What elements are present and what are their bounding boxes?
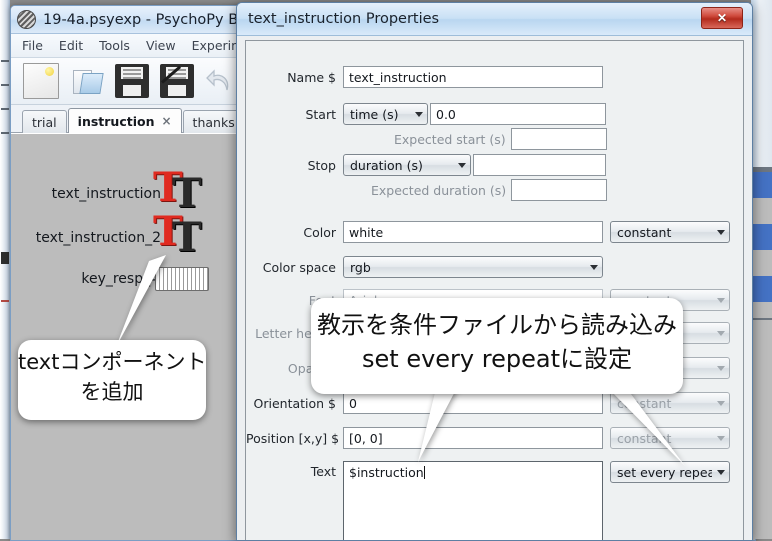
expected-duration-label: Expected duration (s) bbox=[371, 182, 507, 198]
color-space-value: rgb bbox=[350, 259, 371, 275]
field-row-expected-duration: Expected duration (s) bbox=[246, 179, 743, 201]
callout-add-text-component: textコンポーネント を追加 bbox=[18, 340, 206, 420]
background-window-edge bbox=[0, 0, 10, 539]
component-label: text_instruction bbox=[51, 186, 161, 202]
builder-canvas-right-edge bbox=[751, 0, 772, 539]
save-icon[interactable] bbox=[115, 64, 149, 98]
chevron-down-icon bbox=[717, 330, 725, 336]
field-row-color: Color white constant bbox=[246, 221, 743, 243]
text-input-value: $instruction bbox=[349, 465, 424, 480]
chevron-down-icon bbox=[717, 297, 725, 303]
chevron-down-icon bbox=[590, 264, 598, 270]
callout-line-1: textコンポーネント bbox=[18, 350, 207, 374]
field-row-expected-start: Expected start (s) bbox=[246, 128, 743, 150]
close-icon[interactable]: ✕ bbox=[701, 7, 743, 29]
text-label: Text bbox=[310, 464, 336, 479]
text-input[interactable]: $instruction bbox=[343, 461, 603, 540]
menu-item-tools[interactable]: Tools bbox=[99, 38, 130, 53]
start-type-select[interactable]: time (s) bbox=[343, 103, 428, 125]
expected-duration-input[interactable] bbox=[511, 179, 607, 201]
psychopy-logo-icon bbox=[17, 10, 36, 29]
orientation-label: Orientation $ bbox=[253, 395, 337, 411]
field-row-stop: Stop duration (s) bbox=[246, 154, 743, 176]
color-space-label: Color space bbox=[262, 259, 336, 275]
undo-icon[interactable] bbox=[205, 64, 239, 98]
new-file-icon[interactable] bbox=[23, 63, 59, 99]
chevron-down-icon bbox=[415, 111, 423, 117]
tab-trial[interactable]: trial bbox=[22, 110, 67, 133]
open-folder-icon[interactable] bbox=[70, 64, 104, 98]
color-label: Color bbox=[303, 224, 336, 240]
field-row-name: Name $ text_instruction bbox=[246, 66, 743, 88]
tab-label: thanks bbox=[192, 114, 235, 130]
tab-label: instruction bbox=[77, 113, 155, 129]
color-update-value: constant bbox=[617, 224, 672, 240]
chevron-down-icon bbox=[458, 162, 466, 168]
tab-instruction[interactable]: instruction × bbox=[67, 108, 182, 133]
close-icon[interactable]: × bbox=[161, 114, 171, 128]
chevron-down-icon bbox=[717, 400, 725, 406]
name-input[interactable]: text_instruction bbox=[343, 66, 603, 88]
callout-set-every-repeat: 教示を条件ファイルから読み込み set every repeatに設定 bbox=[311, 298, 683, 394]
name-label: Name $ bbox=[287, 69, 336, 85]
start-type-value: time (s) bbox=[350, 106, 399, 122]
chevron-down-icon bbox=[717, 469, 725, 475]
field-row-text: Text $instruction set every repeat bbox=[246, 461, 743, 540]
tab-label: trial bbox=[32, 114, 57, 130]
text-update-value: set every repeat bbox=[617, 464, 712, 480]
orientation-input[interactable]: 0 bbox=[343, 392, 603, 414]
callout-line-2: set every repeatに設定 bbox=[362, 345, 632, 373]
menu-item-file[interactable]: File bbox=[22, 38, 43, 53]
position-input[interactable]: [0, 0] bbox=[343, 427, 603, 449]
callout-line-1: 教示を条件ファイルから読み込み bbox=[317, 311, 677, 339]
stop-label: Stop bbox=[307, 157, 336, 173]
component-label: text_instruction_2 bbox=[35, 230, 161, 246]
field-row-color-space: Color space rgb bbox=[246, 256, 743, 278]
callout-tail-add-component bbox=[116, 255, 166, 347]
stop-type-value: duration (s) bbox=[350, 157, 423, 173]
stop-type-select[interactable]: duration (s) bbox=[343, 154, 471, 176]
color-input[interactable]: white bbox=[343, 221, 603, 243]
expected-start-label: Expected start (s) bbox=[394, 131, 506, 147]
text-component-icon[interactable]: TT bbox=[153, 212, 209, 260]
color-space-select[interactable]: rgb bbox=[343, 256, 603, 278]
chevron-down-icon bbox=[717, 229, 725, 235]
menu-item-view[interactable]: View bbox=[146, 38, 176, 53]
start-value-input[interactable]: 0.0 bbox=[430, 103, 606, 125]
color-update-select[interactable]: constant bbox=[610, 221, 730, 243]
dialog-titlebar[interactable]: text_instruction Properties ✕ bbox=[237, 3, 752, 36]
menu-item-edit[interactable]: Edit bbox=[59, 38, 83, 53]
routine-component-text-instruction-2[interactable]: text_instruction_2 TT bbox=[21, 212, 209, 260]
stop-value-input[interactable] bbox=[473, 154, 606, 176]
expected-start-input[interactable] bbox=[511, 128, 607, 150]
callout-line-2: を追加 bbox=[80, 380, 144, 404]
dialog-title: text_instruction Properties bbox=[248, 11, 440, 27]
start-label: Start bbox=[305, 106, 336, 122]
field-row-start: Start time (s) 0.0 bbox=[246, 103, 743, 125]
chevron-down-icon bbox=[717, 435, 725, 441]
chevron-down-icon bbox=[717, 365, 725, 371]
save-as-icon[interactable] bbox=[160, 64, 194, 98]
position-label: Position [x,y] $ bbox=[246, 430, 340, 446]
